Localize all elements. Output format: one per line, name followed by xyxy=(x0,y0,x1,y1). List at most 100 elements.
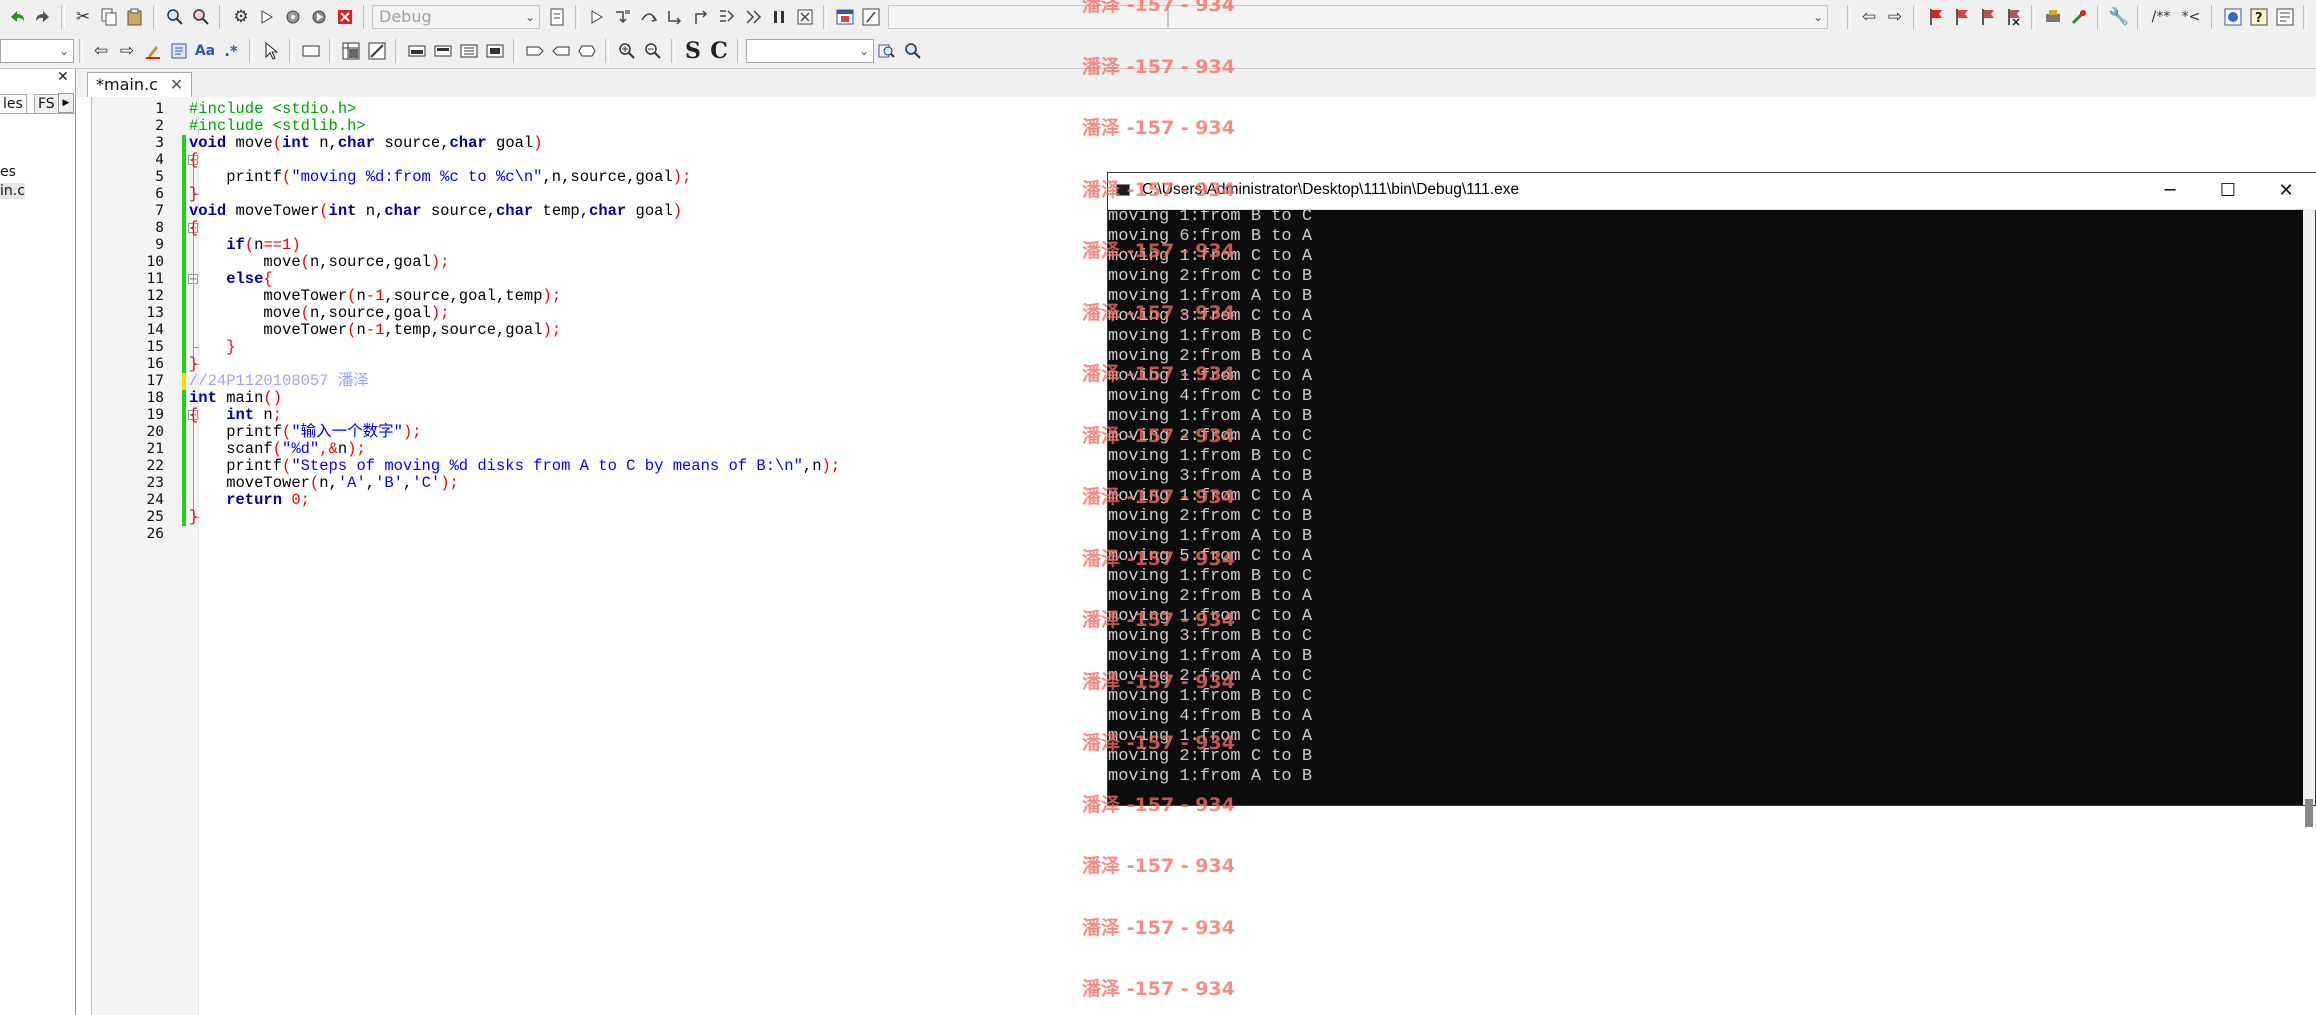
toolbar-separator xyxy=(605,39,609,63)
copy-icon[interactable] xyxy=(96,3,122,31)
hexagon-icon[interactable] xyxy=(574,37,600,65)
replace-icon[interactable] xyxy=(188,3,214,31)
doxy-icon[interactable] xyxy=(2220,3,2246,31)
project-select[interactable]: ⌄ xyxy=(0,39,74,63)
box-icon[interactable] xyxy=(548,37,574,65)
console-line: moving 4:from B to A xyxy=(1108,707,1313,726)
tab-fsymbols[interactable]: FS xyxy=(34,94,59,113)
code-line: void move(int n,char source,char goal) xyxy=(189,134,543,152)
close-tab-icon[interactable]: ✕ xyxy=(170,75,183,94)
next-instruction-icon[interactable] xyxy=(714,3,740,31)
code-line: else{ xyxy=(189,270,273,288)
tab-files[interactable]: les xyxy=(0,94,27,113)
frame2-icon[interactable] xyxy=(522,37,548,65)
doc-line-comment-button[interactable]: *< xyxy=(2176,3,2206,31)
step-out-icon[interactable] xyxy=(688,3,714,31)
paste-icon[interactable] xyxy=(122,3,148,31)
maximize-icon[interactable]: ☐ xyxy=(2199,173,2257,209)
clear-bookmarks-icon[interactable] xyxy=(2000,3,2026,31)
forward-icon[interactable]: ⇨ xyxy=(114,37,140,65)
regex-button[interactable]: .* xyxy=(218,37,244,65)
code-line: void moveTower(int n,char source,char te… xyxy=(189,202,683,220)
help-icon[interactable]: ? xyxy=(2246,3,2272,31)
scope-select[interactable] xyxy=(888,5,1168,29)
code-line: { xyxy=(189,151,199,169)
tab-scroll-right-icon[interactable]: ▶ xyxy=(58,93,74,113)
toolbar-separator xyxy=(671,39,675,63)
info-icon[interactable] xyxy=(858,3,884,31)
undo-icon[interactable] xyxy=(4,3,30,31)
bookmark-icon[interactable] xyxy=(1922,3,1948,31)
scrollbar-thumb[interactable] xyxy=(2305,799,2313,827)
function-select[interactable]: ⌄ xyxy=(1168,5,1828,29)
step-over-icon[interactable] xyxy=(636,3,662,31)
cut-icon[interactable]: ✂ xyxy=(70,3,96,31)
console-output[interactable]: moving 1:from B to Cmoving 6:from B to A… xyxy=(1108,209,2303,805)
s-button[interactable]: S xyxy=(680,38,706,64)
jump-back-icon[interactable] xyxy=(2312,3,2316,31)
close-icon[interactable]: ✕ xyxy=(57,69,69,85)
zoom-in-icon[interactable] xyxy=(614,37,640,65)
pause-icon[interactable] xyxy=(766,3,792,31)
line-number: 26 xyxy=(146,526,164,542)
toolbar-separator xyxy=(289,39,293,63)
frame-icon[interactable] xyxy=(482,37,508,65)
symbol-search-icon[interactable] xyxy=(874,37,900,65)
symbol-select[interactable]: ⌄ xyxy=(746,39,874,63)
console-title-bar[interactable]: C:\Users\Administrator\Desktop\111\bin\D… xyxy=(1108,173,2316,210)
highlight-icon[interactable] xyxy=(140,37,166,65)
table-icon[interactable] xyxy=(338,37,364,65)
line-number: 5 xyxy=(155,169,164,185)
match-case-button[interactable]: Aa xyxy=(192,37,218,65)
c-button[interactable]: C xyxy=(706,38,732,64)
toolbar-separator xyxy=(153,5,157,29)
tab-main-c[interactable]: *main.c ✕ xyxy=(87,72,193,98)
selection-icon[interactable] xyxy=(364,37,390,65)
minimize-icon[interactable]: ─ xyxy=(2141,173,2199,209)
build-target-select[interactable]: Debug ⌄ xyxy=(372,5,540,29)
abort-icon[interactable] xyxy=(332,3,358,31)
console-scrollbar[interactable] xyxy=(2303,209,2315,827)
wrench-icon[interactable]: 🔧 xyxy=(2106,3,2132,31)
console-line: moving 1:from B to C xyxy=(1108,567,1313,586)
redo-icon[interactable] xyxy=(30,3,56,31)
next-bookmark-icon[interactable] xyxy=(1974,3,2000,31)
nav-back-icon[interactable]: ⇦ xyxy=(1856,3,1882,31)
step-into-icon[interactable] xyxy=(610,3,636,31)
find-icon[interactable] xyxy=(162,3,188,31)
code-line: #include <stdio.h> xyxy=(189,100,357,118)
doc-block-comment-button[interactable]: /** xyxy=(2146,3,2176,31)
target-options-icon[interactable] xyxy=(544,3,570,31)
tree-item-sources[interactable]: es xyxy=(0,164,16,180)
debug-windows-icon[interactable] xyxy=(832,3,858,31)
format-icon[interactable] xyxy=(166,37,192,65)
step-instruction-icon[interactable] xyxy=(740,3,766,31)
debug-run-icon[interactable] xyxy=(584,3,610,31)
console-line: moving 1:from A to B xyxy=(1108,527,1313,546)
settings-icon[interactable]: ⚙ xyxy=(228,3,254,31)
stop-icon[interactable] xyxy=(792,3,818,31)
back-icon[interactable]: ⇦ xyxy=(88,37,114,65)
list-icon[interactable] xyxy=(430,37,456,65)
loop-icon[interactable] xyxy=(456,37,482,65)
line-number: 6 xyxy=(155,186,164,202)
console-window[interactable]: C:\Users\Administrator\Desktop\111\bin\D… xyxy=(1107,172,2316,827)
pointer-icon[interactable] xyxy=(258,37,284,65)
close-icon[interactable]: ✕ xyxy=(2257,173,2315,209)
block-icon[interactable] xyxy=(404,37,430,65)
next-line-icon[interactable] xyxy=(662,3,688,31)
symbol-replace-icon[interactable] xyxy=(900,37,926,65)
tools-icon[interactable] xyxy=(2066,3,2092,31)
run-icon[interactable] xyxy=(254,3,280,31)
nav-forward-icon[interactable]: ⇨ xyxy=(1882,3,1908,31)
plugin-icon[interactable] xyxy=(2040,3,2066,31)
line-number: 25 xyxy=(146,509,164,525)
build-icon[interactable] xyxy=(280,3,306,31)
prev-bookmark-icon[interactable] xyxy=(1948,3,1974,31)
html-help-icon[interactable] xyxy=(2272,3,2298,31)
rect-icon[interactable] xyxy=(298,37,324,65)
tree-item-main-c[interactable]: in.c xyxy=(0,183,25,199)
line-number-gutter: 1 2 3 4 5 6 7 8 9 10 11 12 13 14 15 16 17 18 19 20 21 22 23 24 2… xyxy=(91,97,199,1015)
zoom-out-icon[interactable] xyxy=(640,37,666,65)
build-run-icon[interactable] xyxy=(306,3,332,31)
